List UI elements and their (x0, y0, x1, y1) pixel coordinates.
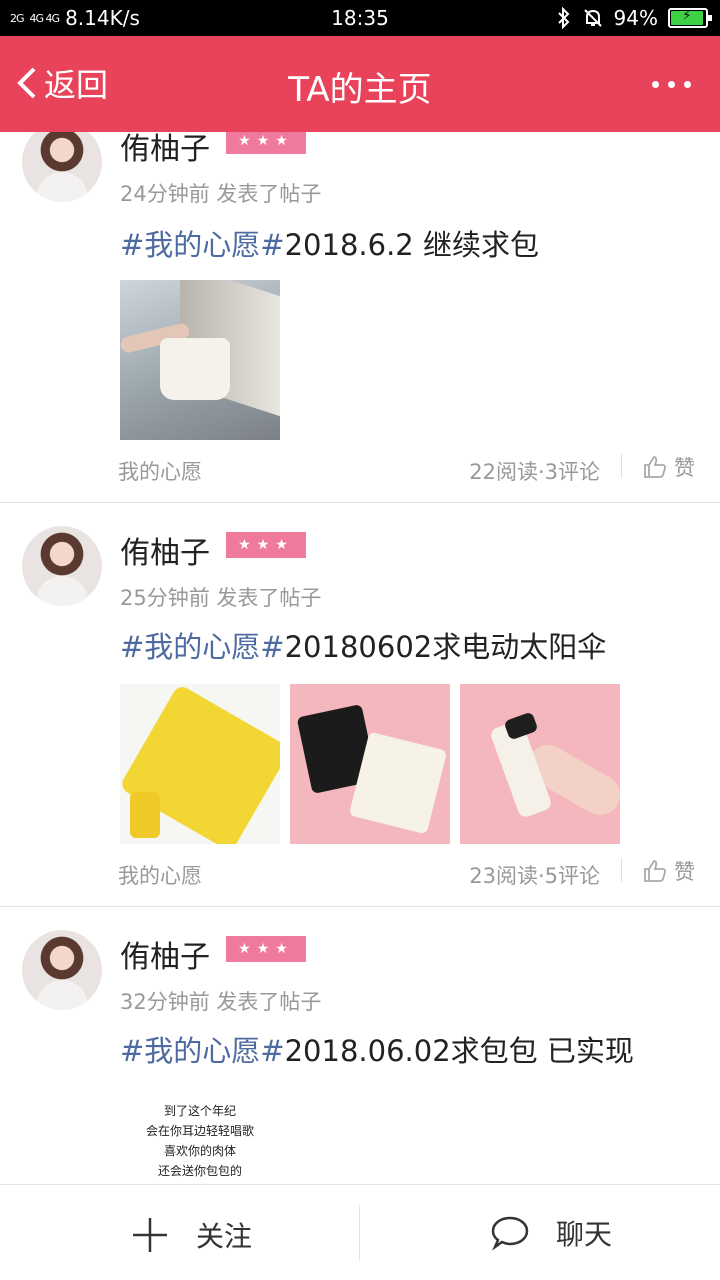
username[interactable]: 侑柚子 (120, 528, 210, 572)
avatar[interactable] (22, 526, 102, 606)
post-card[interactable]: 侑柚子 ★★★ 25分钟前 发表了帖子 #我的心愿#20180602求电动太阳伞… (0, 508, 720, 904)
chat-label: 聊天 (556, 1218, 613, 1251)
chat-bubble-icon (491, 1216, 529, 1251)
post-text: 2018.06.02求包包 已实现 (284, 1034, 634, 1068)
status-right: 94% ⚡ (556, 6, 712, 30)
level-badge: ★★★ (226, 936, 306, 962)
post-category[interactable]: 我的心愿 (118, 456, 202, 486)
bluetooth-icon (557, 7, 569, 29)
status-bar: 2G 4G 4G 8.14K/s 18:35 94% ⚡ (0, 0, 720, 36)
battery-percent: 94% (613, 6, 658, 30)
level-badge: ★★★ (226, 532, 306, 558)
follow-button[interactable]: 关注 (130, 1215, 252, 1255)
image-text-line: 还会送你包包的 (157, 1164, 242, 1178)
nav-bar: 返回 TA的主页 (0, 36, 720, 132)
post-card[interactable]: 侑柚子 ★★★ 32分钟前 发表了帖子 #我的心愿#2018.06.02求包包 … (0, 912, 720, 1184)
post-stats: 22阅读·3评论 (469, 460, 600, 484)
post-content[interactable]: #我的心愿#20180602求电动太阳伞 (120, 624, 606, 666)
image-text-line: 到了这个年纪 (163, 1104, 236, 1118)
image-text-line: 会在你耳边轻轻唱歌 (145, 1124, 254, 1138)
post-content[interactable]: #我的心愿#2018.06.02求包包 已实现 (120, 1028, 634, 1070)
post-text: 20180602求电动太阳伞 (284, 630, 607, 664)
post-image[interactable] (120, 280, 280, 440)
username[interactable]: 侑柚子 (120, 132, 210, 168)
page-title: TA的主页 (288, 70, 432, 110)
post-image[interactable] (290, 684, 450, 844)
post-image[interactable] (460, 684, 620, 844)
battery-tip (708, 15, 712, 21)
post-separator (0, 502, 720, 503)
like-button[interactable]: 赞 (642, 856, 695, 886)
like-button[interactable]: 赞 (642, 452, 695, 482)
plus-icon (133, 1218, 167, 1252)
dot (668, 81, 675, 88)
follow-label: 关注 (196, 1220, 253, 1253)
image-cap (503, 711, 539, 741)
post-separator (0, 906, 720, 907)
divider (621, 858, 622, 882)
post-text: 2018.6.2 继续求包 (284, 228, 539, 262)
avatar[interactable] (22, 930, 102, 1010)
post-meta: 24分钟前 发表了帖子 (120, 182, 322, 206)
divider (621, 454, 622, 478)
battery-icon: ⚡ (668, 8, 712, 28)
image-text-line: 喜欢你的肉体 (163, 1144, 236, 1158)
post-content[interactable]: #我的心愿#2018.6.2 继续求包 (120, 222, 539, 264)
level-badge: ★★★ (226, 132, 306, 154)
username[interactable]: 侑柚子 (120, 932, 210, 976)
divider (359, 1205, 360, 1261)
bell-muted-icon (583, 9, 602, 27)
post-category[interactable]: 我的心愿 (118, 860, 202, 890)
post-meta: 32分钟前 发表了帖子 (120, 990, 322, 1014)
dot (684, 81, 691, 88)
chat-button[interactable]: 聊天 (490, 1213, 612, 1253)
post-card[interactable]: 侑柚子 ★★★ 24分钟前 发表了帖子 #我的心愿#2018.6.2 继续求包 … (0, 132, 720, 502)
dot (652, 81, 659, 88)
topic-tag[interactable]: #我的心愿# (120, 1034, 285, 1068)
thumbs-up-icon (644, 456, 666, 478)
post-image[interactable] (120, 684, 280, 844)
post-image[interactable]: 到了这个年纪 会在你耳边轻轻唱歌 喜欢你的肉体 还会送你包包的 (120, 1098, 280, 1184)
avatar[interactable] (22, 132, 102, 202)
image-handle (130, 792, 160, 838)
thumbs-up-icon (644, 860, 666, 882)
like-label: 赞 (674, 860, 695, 884)
more-dots-icon[interactable] (652, 70, 692, 98)
post-feed[interactable]: 侑柚子 ★★★ 24分钟前 发表了帖子 #我的心愿#2018.6.2 继续求包 … (0, 132, 720, 1184)
topic-tag[interactable]: #我的心愿# (120, 630, 285, 664)
image-bag (160, 338, 230, 400)
charging-icon: ⚡ (682, 8, 692, 24)
like-label: 赞 (674, 456, 695, 480)
post-meta: 25分钟前 发表了帖子 (120, 586, 322, 610)
bottom-action-bar: 关注 聊天 (0, 1184, 720, 1280)
post-stats: 23阅读·5评论 (469, 864, 600, 888)
topic-tag[interactable]: #我的心愿# (120, 228, 285, 262)
